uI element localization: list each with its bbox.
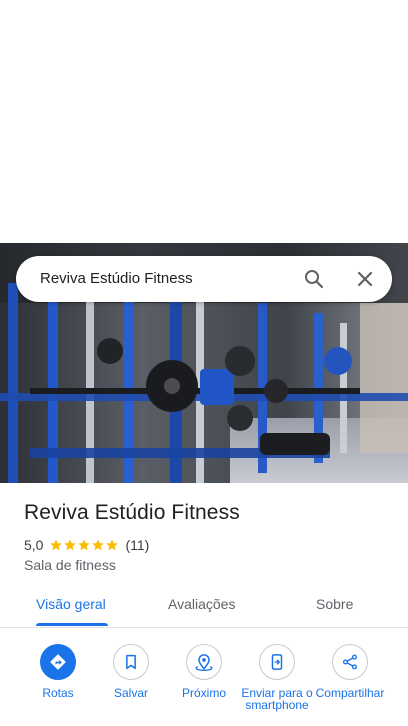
send-to-phone-label: Enviar para o smartphone: [241, 686, 313, 712]
rating-value: 5,0: [24, 537, 44, 553]
nearby-label: Próximo: [181, 686, 226, 700]
review-count[interactable]: (11): [125, 537, 149, 553]
nearby-icon: [195, 654, 213, 672]
rating-row[interactable]: 5,0 (11): [24, 536, 149, 554]
star-icon: [106, 539, 119, 551]
star-icon: [50, 539, 63, 551]
tab-overview[interactable]: Visão geral: [36, 596, 106, 612]
share-icon: [342, 654, 358, 670]
place-page: Reviva Estúdio Fitness Reviva Estúdio Fi…: [0, 0, 408, 726]
send-to-phone-icon: [271, 654, 283, 670]
place-tabs: Visão geral Avaliações Sobre: [0, 582, 408, 628]
tab-reviews[interactable]: Avaliações: [168, 596, 235, 612]
star-icon: [92, 539, 105, 551]
bookmark-icon: [126, 654, 136, 670]
place-category: Sala de fitness: [24, 557, 116, 573]
action-buttons: Rotas Salvar Próximo Enviar para o smart…: [0, 640, 408, 726]
directions-label: Rotas: [42, 686, 74, 700]
directions-icon: [50, 654, 66, 670]
search-icon[interactable]: [302, 267, 326, 291]
close-icon[interactable]: [353, 267, 377, 291]
save-label: Salvar: [113, 686, 148, 700]
star-rating: [49, 538, 119, 552]
search-query[interactable]: Reviva Estúdio Fitness: [40, 270, 193, 287]
place-title: Reviva Estúdio Fitness: [24, 501, 240, 524]
tab-about[interactable]: Sobre: [316, 596, 353, 612]
share-label: Compartilhar: [315, 686, 385, 700]
search-bar[interactable]: Reviva Estúdio Fitness: [16, 256, 392, 302]
star-icon: [78, 539, 91, 551]
star-icon: [64, 539, 77, 551]
active-tab-indicator: [36, 623, 108, 626]
